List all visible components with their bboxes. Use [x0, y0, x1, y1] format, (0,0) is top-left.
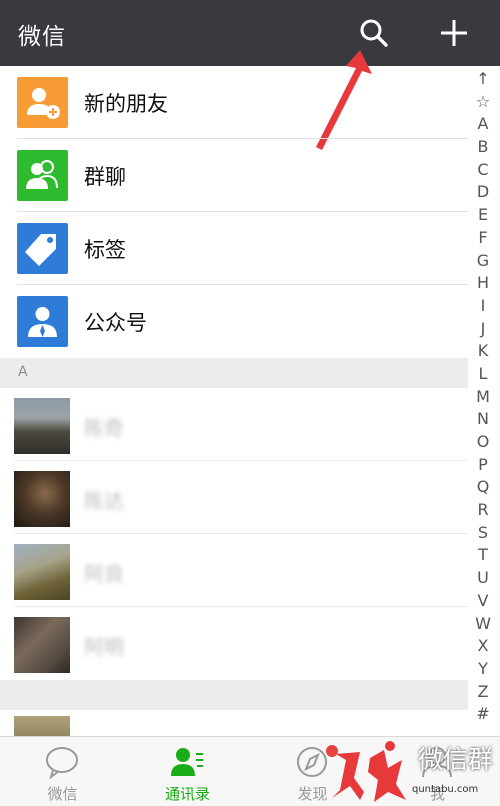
index-up-arrow[interactable]: ↑: [472, 68, 494, 91]
plus-icon: [441, 20, 467, 46]
search-button[interactable]: [355, 14, 393, 52]
index-letter-w[interactable]: W: [472, 613, 494, 636]
tab-label: 发现: [297, 785, 328, 803]
avatar: [14, 617, 70, 673]
index-letter-v[interactable]: V: [472, 590, 494, 613]
contact-row[interactable]: 陈奇: [0, 388, 468, 461]
tab-contacts[interactable]: 通讯录: [125, 737, 250, 806]
list-item-label: 标签: [84, 238, 126, 262]
chat-bubble-icon: [46, 747, 78, 779]
index-letter-b[interactable]: B: [472, 136, 494, 159]
avatar: [14, 471, 70, 527]
index-letter-a[interactable]: A: [472, 113, 494, 136]
index-letter-p[interactable]: P: [472, 454, 494, 477]
list-item-tags[interactable]: 标签: [0, 212, 468, 285]
index-letter-l[interactable]: L: [472, 363, 494, 386]
contact-name: 陈达: [84, 489, 124, 513]
contact-name: 陈奇: [84, 416, 124, 440]
profile-icon: [422, 747, 452, 778]
alphabet-index-bar[interactable]: ↑ ☆ A B C D E F G H I J K L M N O P Q R …: [472, 68, 494, 726]
group-chat-icon: [17, 150, 68, 201]
contact-row[interactable]: 陈达: [0, 461, 468, 534]
list-item-official-accounts[interactable]: 公众号: [0, 285, 468, 358]
list-item-label: 公众号: [84, 311, 147, 335]
index-letter-g[interactable]: G: [472, 250, 494, 273]
index-letter-c[interactable]: C: [472, 159, 494, 182]
add-button[interactable]: [435, 14, 473, 52]
tag-icon: [17, 223, 68, 274]
new-friends-icon: [17, 77, 68, 128]
avatar: [14, 398, 70, 454]
index-letter-n[interactable]: N: [472, 408, 494, 431]
index-letter-t[interactable]: T: [472, 544, 494, 567]
top-bar: 微信: [0, 0, 500, 66]
index-letter-o[interactable]: O: [472, 431, 494, 454]
tab-label: 微信: [47, 785, 78, 803]
index-letter-u[interactable]: U: [472, 567, 494, 590]
page-title: 微信: [18, 24, 66, 50]
list-item-label: 群聊: [84, 165, 126, 189]
avatar: [14, 544, 70, 600]
contact-row[interactable]: 阿明: [0, 607, 468, 680]
index-letter-k[interactable]: K: [472, 340, 494, 363]
list-item-label: 新的朋友: [84, 92, 168, 116]
index-letter-h[interactable]: H: [472, 272, 494, 295]
tab-discover[interactable]: 发现: [250, 737, 375, 806]
tab-label: 通讯录: [164, 785, 210, 803]
index-letter-e[interactable]: E: [472, 204, 494, 227]
contact-list: 陈奇 陈达 阿良 阿明: [0, 388, 468, 680]
index-letter-x[interactable]: X: [472, 635, 494, 658]
section-header: [0, 680, 468, 710]
index-letter-i[interactable]: I: [472, 295, 494, 318]
index-letter-y[interactable]: Y: [472, 658, 494, 681]
notification-badge: [326, 745, 338, 757]
compass-icon: [297, 747, 327, 777]
official-accounts-icon: [17, 296, 68, 347]
index-letter-m[interactable]: M: [472, 386, 494, 409]
index-hash[interactable]: #: [472, 703, 494, 726]
tab-chats[interactable]: 微信: [0, 737, 125, 806]
section-label: A: [18, 364, 28, 380]
index-letter-r[interactable]: R: [472, 499, 494, 522]
index-letter-s[interactable]: S: [472, 522, 494, 545]
list-item-new-friends[interactable]: 新的朋友: [0, 66, 468, 139]
section-header-a: A: [0, 358, 468, 388]
tab-me[interactable]: 我: [375, 737, 500, 806]
contact-name: 阿明: [84, 635, 124, 659]
tab-label: 我: [429, 785, 445, 803]
index-letter-d[interactable]: D: [472, 181, 494, 204]
bottom-tab-bar: 微信 通讯录 发现 我: [0, 736, 500, 806]
index-letter-j[interactable]: J: [472, 318, 494, 341]
list-item-group-chats[interactable]: 群聊: [0, 139, 468, 212]
index-letter-f[interactable]: F: [472, 227, 494, 250]
avatar: [14, 716, 70, 738]
index-letter-q[interactable]: Q: [472, 476, 494, 499]
contacts-icon: [171, 748, 203, 776]
function-list: 新的朋友 群聊 标签 公众号: [0, 66, 468, 358]
index-letter-z[interactable]: Z: [472, 681, 494, 704]
index-star[interactable]: ☆: [472, 91, 494, 114]
contact-row[interactable]: 阿良: [0, 534, 468, 607]
search-icon: [360, 19, 388, 47]
contact-name: 阿良: [84, 562, 124, 586]
